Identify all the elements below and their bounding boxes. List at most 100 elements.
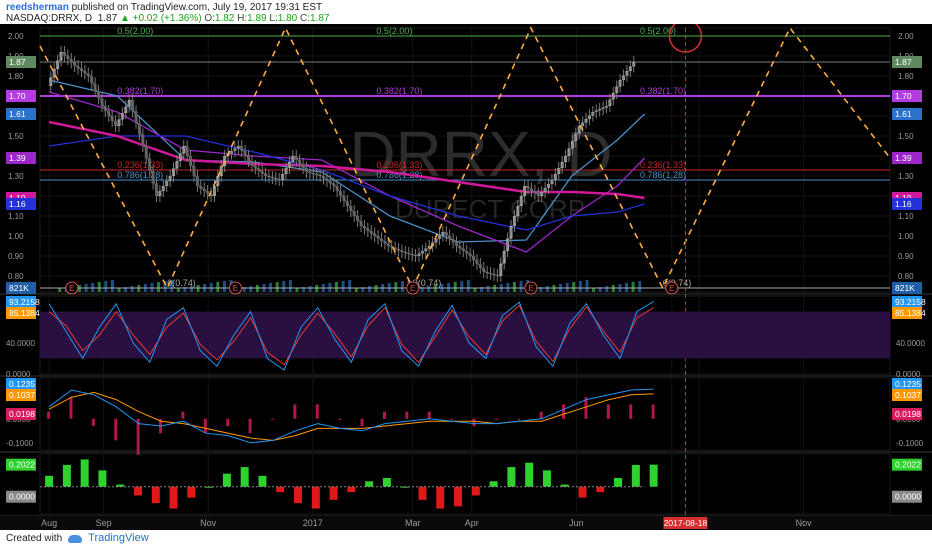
stochastic-badge-left: 93.2158 <box>9 297 40 307</box>
volume-bar <box>335 282 338 292</box>
volume-bar <box>295 288 299 292</box>
volume-bar <box>578 281 582 292</box>
macd-histogram-bar <box>651 404 655 419</box>
price-tick-label-left: 1.10 <box>8 212 24 221</box>
momentum-bar <box>80 459 89 487</box>
time-tick-label: 2017 <box>303 518 323 528</box>
momentum-bar <box>596 486 605 493</box>
volume-bar <box>176 288 180 292</box>
macd-tick-right: -0.1000 <box>896 439 924 448</box>
chart-canvas[interactable]: 2.002.001.901.901.801.801.701.701.601.60… <box>0 24 932 530</box>
volume-bar <box>104 281 108 292</box>
momentum-bar <box>258 475 267 487</box>
fib-level-label: 0.236(1.33) <box>640 160 686 170</box>
macd-histogram-bar <box>629 404 633 419</box>
macd-histogram-bar <box>338 418 342 420</box>
momentum-bar <box>614 478 623 487</box>
earnings-marker-label: E <box>233 284 238 293</box>
price-change: +0.02 (+1.36%) <box>132 13 202 24</box>
volume-bar <box>631 282 635 292</box>
macd-histogram-bar <box>226 418 230 426</box>
price-badge-left: 1.70 <box>9 91 26 101</box>
published-text: published on TradingView.com, July 19, 2… <box>71 2 323 13</box>
volume-bar <box>545 286 549 292</box>
ohlc-line: NASDAQ:DRRX, D 1.87 ▲ +0.02 (+1.36%) O:1… <box>6 13 329 24</box>
volume-bar <box>367 286 371 292</box>
momentum-bar <box>347 486 356 493</box>
symbol-label[interactable]: NASDAQ:DRRX, D <box>6 13 92 24</box>
author-link[interactable]: reedsherman <box>6 2 69 13</box>
momentum-bar <box>222 473 231 487</box>
momentum-bar <box>329 486 338 500</box>
momentum-bar <box>133 486 142 496</box>
momentum-bar <box>542 470 551 487</box>
publish-line: reedsherman published on TradingView.com… <box>6 2 322 13</box>
volume-bar <box>572 282 576 292</box>
macd-badge-left: 0.1037 <box>9 390 35 400</box>
volume-bar <box>453 282 457 292</box>
momentum-bar <box>578 486 587 498</box>
price-tick-label-left: 0.80 <box>8 272 24 281</box>
price-badge-right: 1.70 <box>895 91 912 101</box>
macd-badge-left: 0.1235 <box>9 379 35 389</box>
volume-bar <box>400 281 404 292</box>
price-tick-label-right: 1.80 <box>898 72 914 81</box>
macd-histogram-bar <box>270 418 274 420</box>
momentum-badge-left: 0.2022 <box>9 460 35 470</box>
momentum-bar <box>436 486 445 509</box>
macd-histogram-bar <box>382 411 386 419</box>
low-value: 1.80 <box>277 13 298 24</box>
price-tick-label-left: 1.80 <box>8 72 24 81</box>
macd-tick-left: -0.1000 <box>6 439 34 448</box>
macd-histogram-bar <box>293 404 297 419</box>
price-tick-label-left: 1.00 <box>8 232 24 241</box>
volume-bar <box>341 281 345 292</box>
macd-histogram-bar <box>315 404 319 419</box>
volume-bar <box>110 280 114 292</box>
price-badge-left: 1.87 <box>9 57 26 67</box>
high-label: H: <box>237 13 248 24</box>
fib-level-label: 0.382(1.70) <box>376 86 422 96</box>
price-badge-left: 1.39 <box>9 153 26 163</box>
time-tick-label: Mar <box>405 518 421 528</box>
macd-histogram-bar <box>562 404 566 419</box>
high-value: 1.89 <box>247 13 267 24</box>
momentum-bar <box>631 464 640 487</box>
macd-histogram-bar <box>47 411 51 419</box>
volume-bar <box>585 280 589 292</box>
earnings-marker-label: E <box>410 284 415 293</box>
volume-bar <box>354 288 358 292</box>
time-tick-label: Nov <box>796 518 813 528</box>
volume-bar <box>282 281 286 292</box>
volume-bar <box>394 282 398 292</box>
low-label: L: <box>269 13 278 24</box>
stochastic-tick-left: 40.0000 <box>6 339 35 348</box>
macd-histogram-bar <box>91 418 95 426</box>
price-tick-label-right: 1.10 <box>898 212 914 221</box>
time-tick-label: Aug <box>41 518 57 528</box>
earnings-marker-label: E <box>528 284 533 293</box>
volume-badge-left: 821K <box>9 283 29 293</box>
up-arrow-icon: ▲ <box>119 13 130 24</box>
price-badge-left: 1.16 <box>9 199 26 209</box>
price-tick-label-right: 2.00 <box>898 32 914 41</box>
momentum-bar <box>151 486 160 504</box>
open-label: O: <box>204 13 215 24</box>
macd-badge-right: 0.0198 <box>895 409 921 419</box>
macd-histogram-bar <box>114 418 118 441</box>
time-tick-label: Jun <box>569 518 584 528</box>
fib-level-label: 0.382(1.70) <box>117 86 163 96</box>
macd-histogram-bar <box>203 418 207 434</box>
volume-bar <box>288 280 292 292</box>
macd-histogram-bar <box>494 418 498 420</box>
tradingview-brand-link[interactable]: TradingView <box>88 532 149 544</box>
volume-bar <box>592 288 596 292</box>
volume-bar <box>519 281 523 292</box>
volume-badge-right: 821K <box>895 283 915 293</box>
momentum-bar <box>418 486 427 500</box>
footer: Created with TradingView <box>6 532 149 544</box>
price-tick-label-left: 1.50 <box>8 132 24 141</box>
open-value: 1.82 <box>214 13 235 24</box>
volume-bar <box>605 286 609 292</box>
tradingview-logo-icon <box>68 535 83 543</box>
